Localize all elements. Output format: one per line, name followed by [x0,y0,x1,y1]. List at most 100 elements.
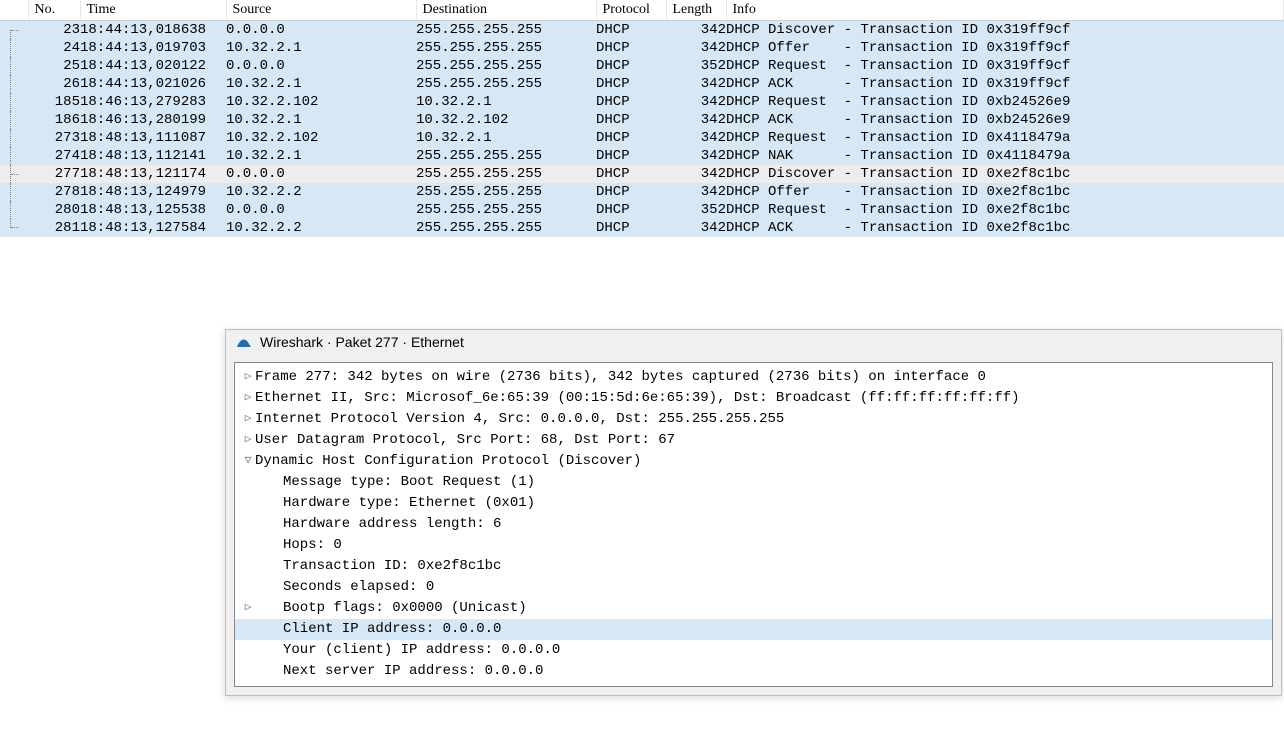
cell-source: 0.0.0.0 [226,21,416,40]
expand-caret-icon[interactable]: ▷ [241,367,255,388]
cell-length: 352 [666,201,726,219]
row-tree-gutter [0,93,28,111]
cell-protocol: DHCP [596,147,666,165]
cell-time: 18:44:13,018638 [80,21,226,40]
cell-info: DHCP ACK - Transaction ID 0xb24526e9 [726,111,1284,129]
cell-no: 26 [28,75,80,93]
packet-row[interactable]: 2518:44:13,0201220.0.0.0255.255.255.255D… [0,57,1284,75]
detail-line-text: Message type: Boot Request (1) [283,472,535,493]
cell-length: 342 [666,93,726,111]
cell-protocol: DHCP [596,39,666,57]
col-destination[interactable]: Destination [416,0,596,21]
col-protocol[interactable]: Protocol [596,0,666,21]
cell-time: 18:48:13,127584 [80,219,226,237]
detail-tree-row[interactable]: ▷Internet Protocol Version 4, Src: 0.0.0… [235,409,1272,430]
cell-length: 342 [666,165,726,183]
detail-tree-row[interactable]: Hardware type: Ethernet (0x01) [235,493,1272,514]
cell-time: 18:48:13,124979 [80,183,226,201]
cell-length: 342 [666,129,726,147]
cell-time: 18:46:13,280199 [80,111,226,129]
detail-line-text: User Datagram Protocol, Src Port: 68, Ds… [255,430,675,451]
detail-titlebar[interactable]: Wireshark · Paket 277 · Ethernet [226,330,1281,354]
detail-tree-row[interactable]: Your (client) IP address: 0.0.0.0 [235,640,1272,661]
detail-line-text: Hardware type: Ethernet (0x01) [283,493,535,514]
cell-source: 10.32.2.2 [226,183,416,201]
row-tree-gutter [0,147,28,165]
packet-list-table[interactable]: No. Time Source Destination Protocol Len… [0,0,1284,237]
cell-destination: 255.255.255.255 [416,201,596,219]
cell-no: 281 [28,219,80,237]
packet-row[interactable]: 27718:48:13,1211740.0.0.0255.255.255.255… [0,165,1284,183]
cell-time: 18:48:13,125538 [80,201,226,219]
detail-tree-row[interactable]: ▷User Datagram Protocol, Src Port: 68, D… [235,430,1272,451]
packet-row[interactable]: 18518:46:13,27928310.32.2.10210.32.2.1DH… [0,93,1284,111]
cell-no: 273 [28,129,80,147]
expand-caret-icon[interactable]: ▷ [241,409,255,430]
detail-tree-row[interactable]: Transaction ID: 0xe2f8c1bc [235,556,1272,577]
col-time[interactable]: Time [80,0,226,21]
cell-info: DHCP NAK - Transaction ID 0x4118479a [726,147,1284,165]
cell-length: 342 [666,219,726,237]
col-info[interactable]: Info [726,0,1284,21]
detail-tree-row[interactable]: Next server IP address: 0.0.0.0 [235,661,1272,682]
cell-length: 342 [666,39,726,57]
row-tree-gutter [0,183,28,201]
cell-info: DHCP ACK - Transaction ID 0x319ff9cf [726,75,1284,93]
cell-destination: 255.255.255.255 [416,75,596,93]
cell-protocol: DHCP [596,93,666,111]
cell-time: 18:46:13,279283 [80,93,226,111]
expand-caret-icon[interactable]: ▷ [241,598,255,619]
cell-no: 277 [28,165,80,183]
packet-row[interactable]: 27818:48:13,12497910.32.2.2255.255.255.2… [0,183,1284,201]
detail-line-text: Ethernet II, Src: Microsof_6e:65:39 (00:… [255,388,1020,409]
cell-time: 18:48:13,111087 [80,129,226,147]
packet-row[interactable]: 2318:44:13,0186380.0.0.0255.255.255.255D… [0,21,1284,40]
cell-length: 342 [666,147,726,165]
detail-line-text: Bootp flags: 0x0000 (Unicast) [283,598,527,619]
detail-tree-row[interactable]: ▷Frame 277: 342 bytes on wire (2736 bits… [235,367,1272,388]
detail-line-text: Seconds elapsed: 0 [283,577,434,598]
row-tree-gutter [0,39,28,57]
cell-protocol: DHCP [596,111,666,129]
cell-no: 23 [28,21,80,40]
detail-tree-row[interactable]: Hops: 0 [235,535,1272,556]
packet-row[interactable]: 28118:48:13,12758410.32.2.2255.255.255.2… [0,219,1284,237]
expand-caret-icon[interactable]: ▷ [241,430,255,451]
cell-time: 18:48:13,112141 [80,147,226,165]
row-tree-gutter [0,129,28,147]
packet-row[interactable]: 28018:48:13,1255380.0.0.0255.255.255.255… [0,201,1284,219]
packet-row[interactable]: 2418:44:13,01970310.32.2.1255.255.255.25… [0,39,1284,57]
packet-list-header[interactable]: No. Time Source Destination Protocol Len… [0,0,1284,21]
packet-row[interactable]: 18618:46:13,28019910.32.2.110.32.2.102DH… [0,111,1284,129]
packet-detail-window: Wireshark · Paket 277 · Ethernet ▷Frame … [225,329,1282,696]
cell-protocol: DHCP [596,219,666,237]
col-source[interactable]: Source [226,0,416,21]
cell-source: 10.32.2.1 [226,39,416,57]
detail-tree-row[interactable]: Client IP address: 0.0.0.0 [235,619,1272,640]
cell-destination: 255.255.255.255 [416,165,596,183]
cell-destination: 255.255.255.255 [416,147,596,165]
cell-source: 10.32.2.2 [226,219,416,237]
expand-caret-icon[interactable]: ▽ [241,451,255,472]
detail-tree-row[interactable]: Hardware address length: 6 [235,514,1272,535]
cell-protocol: DHCP [596,75,666,93]
col-length[interactable]: Length [666,0,726,21]
packet-row[interactable]: 2618:44:13,02102610.32.2.1255.255.255.25… [0,75,1284,93]
detail-title-text: Wireshark · Paket 277 · Ethernet [260,334,464,350]
detail-tree-row[interactable]: ▷ Bootp flags: 0x0000 (Unicast) [235,598,1272,619]
detail-tree-row[interactable]: ▷Ethernet II, Src: Microsof_6e:65:39 (00… [235,388,1272,409]
detail-tree-row[interactable]: Seconds elapsed: 0 [235,577,1272,598]
row-tree-gutter [0,57,28,75]
col-no[interactable]: No. [28,0,80,21]
packet-detail-tree[interactable]: ▷Frame 277: 342 bytes on wire (2736 bits… [234,362,1273,687]
cell-destination: 255.255.255.255 [416,39,596,57]
detail-line-text: Dynamic Host Configuration Protocol (Dis… [255,451,641,472]
detail-tree-row[interactable]: ▽Dynamic Host Configuration Protocol (Di… [235,451,1272,472]
expand-caret-icon[interactable]: ▷ [241,388,255,409]
cell-destination: 255.255.255.255 [416,219,596,237]
packet-row[interactable]: 27318:48:13,11108710.32.2.10210.32.2.1DH… [0,129,1284,147]
detail-tree-row[interactable]: Message type: Boot Request (1) [235,472,1272,493]
cell-source: 10.32.2.1 [226,111,416,129]
packet-row[interactable]: 27418:48:13,11214110.32.2.1255.255.255.2… [0,147,1284,165]
cell-no: 274 [28,147,80,165]
